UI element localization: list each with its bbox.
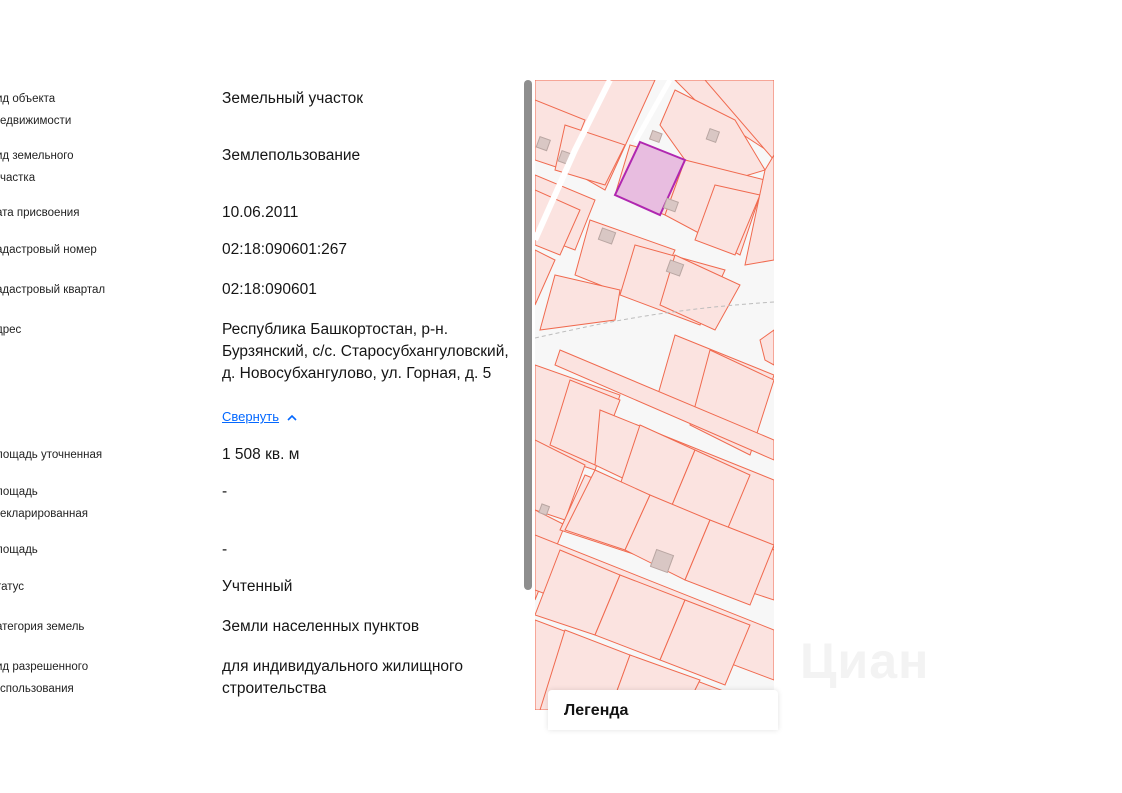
chevron-up-icon[interactable] [287,409,297,424]
property-details-panel: ид объекта едвижимости Земельный участок… [0,80,520,710]
cian-watermark: Циан [800,633,930,689]
land-category-label: атегория земель [0,621,85,633]
area-declared-label: лощадь екларированная [0,486,88,520]
area-refined-label: лощадь уточненная [0,449,103,461]
map-canvas[interactable] [535,80,774,710]
assignment-date-label: ата присвоения [0,207,80,219]
area-refined-value: 1 508 кв. м [222,446,300,463]
map-legend[interactable]: Легенда [548,690,778,730]
land-type-value: Землепользование [222,147,361,164]
cadastral-map[interactable] [535,80,774,710]
collapse-link[interactable]: Свернуть [222,409,297,424]
scrollbar[interactable] [524,80,532,590]
land-type-label: ид земельного частка [0,150,74,184]
area-value: - [222,541,228,558]
cadastral-number-value: 02:18:090601:267 [222,241,347,258]
object-type-value: Земельный участок [222,90,364,107]
address-value: Республика Башкортостан, р-н. Бурзянский… [222,321,509,382]
area-label: лощадь [0,544,38,556]
status-value: Учтенный [222,578,293,595]
address-label: дрес [0,324,22,336]
cadastral-quarter-value: 02:18:090601 [222,281,317,298]
object-type-label: ид объекта едвижимости [0,93,72,127]
permitted-use-value: для индивидуального жилищного строительс… [222,658,463,697]
land-category-value: Земли населенных пунктов [222,618,420,635]
cadastral-number-label: адастровый номер [0,244,97,256]
status-label: татус [0,581,25,593]
permitted-use-label: ид разрешенного спользования [0,661,89,695]
cadastral-quarter-label: адастровый квартал [0,284,106,296]
collapse-link-label[interactable]: Свернуть [222,409,279,424]
assignment-date-value: 10.06.2011 [222,204,299,221]
legend-title[interactable]: Легенда [564,702,628,720]
area-declared-value: - [222,483,228,500]
